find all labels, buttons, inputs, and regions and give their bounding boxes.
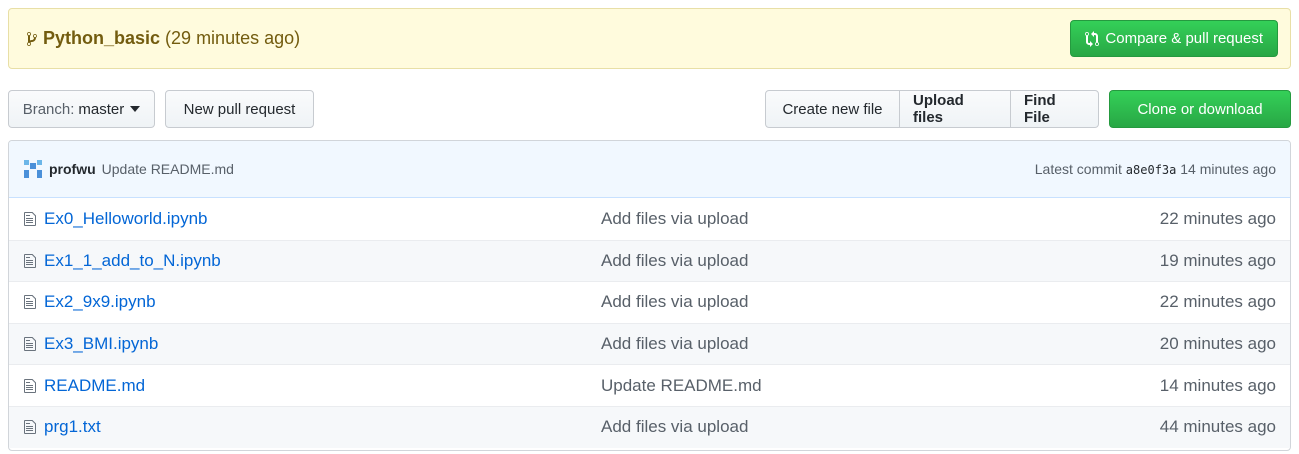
file-name-link[interactable]: Ex0_Helloworld.ipynb (44, 209, 601, 229)
git-branch-icon (27, 31, 37, 46)
commit-author[interactable]: profwu (49, 161, 96, 177)
file-listing: profwu Update README.md Latest commit a8… (8, 140, 1291, 451)
compare-pull-request-label: Compare & pull request (1105, 30, 1263, 47)
new-pull-request-button[interactable]: New pull request (165, 90, 314, 128)
create-new-file-button[interactable]: Create new file (765, 90, 900, 128)
banner-branch-name[interactable]: Python_basic (43, 28, 160, 49)
banner-branch-time: (29 minutes ago) (165, 28, 301, 48)
file-text-icon (24, 211, 36, 226)
table-row: Ex2_9x9.ipynb Add files via upload 22 mi… (9, 281, 1290, 323)
file-text-icon (24, 253, 36, 268)
commit-time: 14 minutes ago (1180, 161, 1276, 177)
branch-value: master (78, 100, 125, 118)
file-age: 22 minutes ago (1159, 292, 1276, 312)
table-row: Ex0_Helloworld.ipynb Add files via uploa… (9, 198, 1290, 240)
commit-info: profwu Update README.md (23, 159, 234, 179)
file-name-link[interactable]: Ex2_9x9.ipynb (44, 292, 601, 312)
repo-toolbar: Branch: master New pull request Create n… (8, 90, 1291, 128)
file-commit-message[interactable]: Add files via upload (601, 209, 1161, 229)
file-commit-message[interactable]: Add files via upload (601, 292, 1161, 312)
file-commit-message[interactable]: Update README.md (601, 376, 1161, 396)
compare-pull-request-button[interactable]: Compare & pull request (1070, 20, 1278, 57)
table-row: Ex1_1_add_to_N.ipynb Add files via uploa… (9, 239, 1290, 282)
file-age: 44 minutes ago (1159, 417, 1276, 437)
file-actions-group: Create new file Upload files Find File (765, 90, 1099, 128)
file-name-link[interactable]: Ex1_1_add_to_N.ipynb (44, 251, 601, 271)
find-file-button[interactable]: Find File (1010, 90, 1099, 128)
branch-select-button[interactable]: Branch: master (8, 90, 155, 128)
table-row: prg1.txt Add files via upload 44 minutes… (9, 405, 1290, 448)
file-text-icon (24, 295, 36, 310)
file-age: 14 minutes ago (1159, 375, 1276, 395)
file-name-link[interactable]: README.md (44, 376, 601, 396)
latest-commit-bar: profwu Update README.md Latest commit a8… (9, 141, 1290, 198)
table-row: Ex3_BMI.ipynb Add files via upload 20 mi… (9, 322, 1290, 365)
file-rows: Ex0_Helloworld.ipynb Add files via uploa… (9, 198, 1290, 448)
file-commit-message[interactable]: Add files via upload (601, 334, 1161, 354)
banner-branch-info: Python_basic (29 minutes ago) (25, 28, 300, 49)
file-name-link[interactable]: Ex3_BMI.ipynb (44, 334, 601, 354)
file-age: 19 minutes ago (1159, 250, 1276, 270)
commit-message[interactable]: Update README.md (102, 161, 234, 177)
clone-or-download-label: Clone or download (1137, 100, 1263, 118)
file-text-icon (24, 337, 36, 352)
file-commit-message[interactable]: Add files via upload (601, 417, 1161, 437)
upload-files-button[interactable]: Upload files (899, 90, 1011, 128)
branch-prefix: Branch: (22, 100, 75, 118)
avatar[interactable] (23, 159, 43, 179)
caret-down-icon (130, 106, 141, 112)
file-age: 22 minutes ago (1159, 208, 1276, 228)
latest-commit-prefix: Latest commit (1034, 161, 1122, 177)
recent-push-banner: Python_basic (29 minutes ago) Compare & … (8, 8, 1291, 69)
file-commit-message[interactable]: Add files via upload (601, 251, 1161, 271)
git-compare-icon (1085, 30, 1100, 47)
table-row: README.md Update README.md 14 minutes ag… (9, 364, 1290, 406)
clone-or-download-button[interactable]: Clone or download (1109, 90, 1291, 128)
commit-sha[interactable]: a8e0f3a (1126, 163, 1177, 177)
file-text-icon (24, 420, 36, 435)
file-text-icon (24, 378, 36, 393)
file-age: 20 minutes ago (1159, 334, 1276, 354)
commit-meta: Latest commit a8e0f3a 14 minutes ago (1035, 161, 1276, 177)
file-name-link[interactable]: prg1.txt (44, 417, 601, 437)
